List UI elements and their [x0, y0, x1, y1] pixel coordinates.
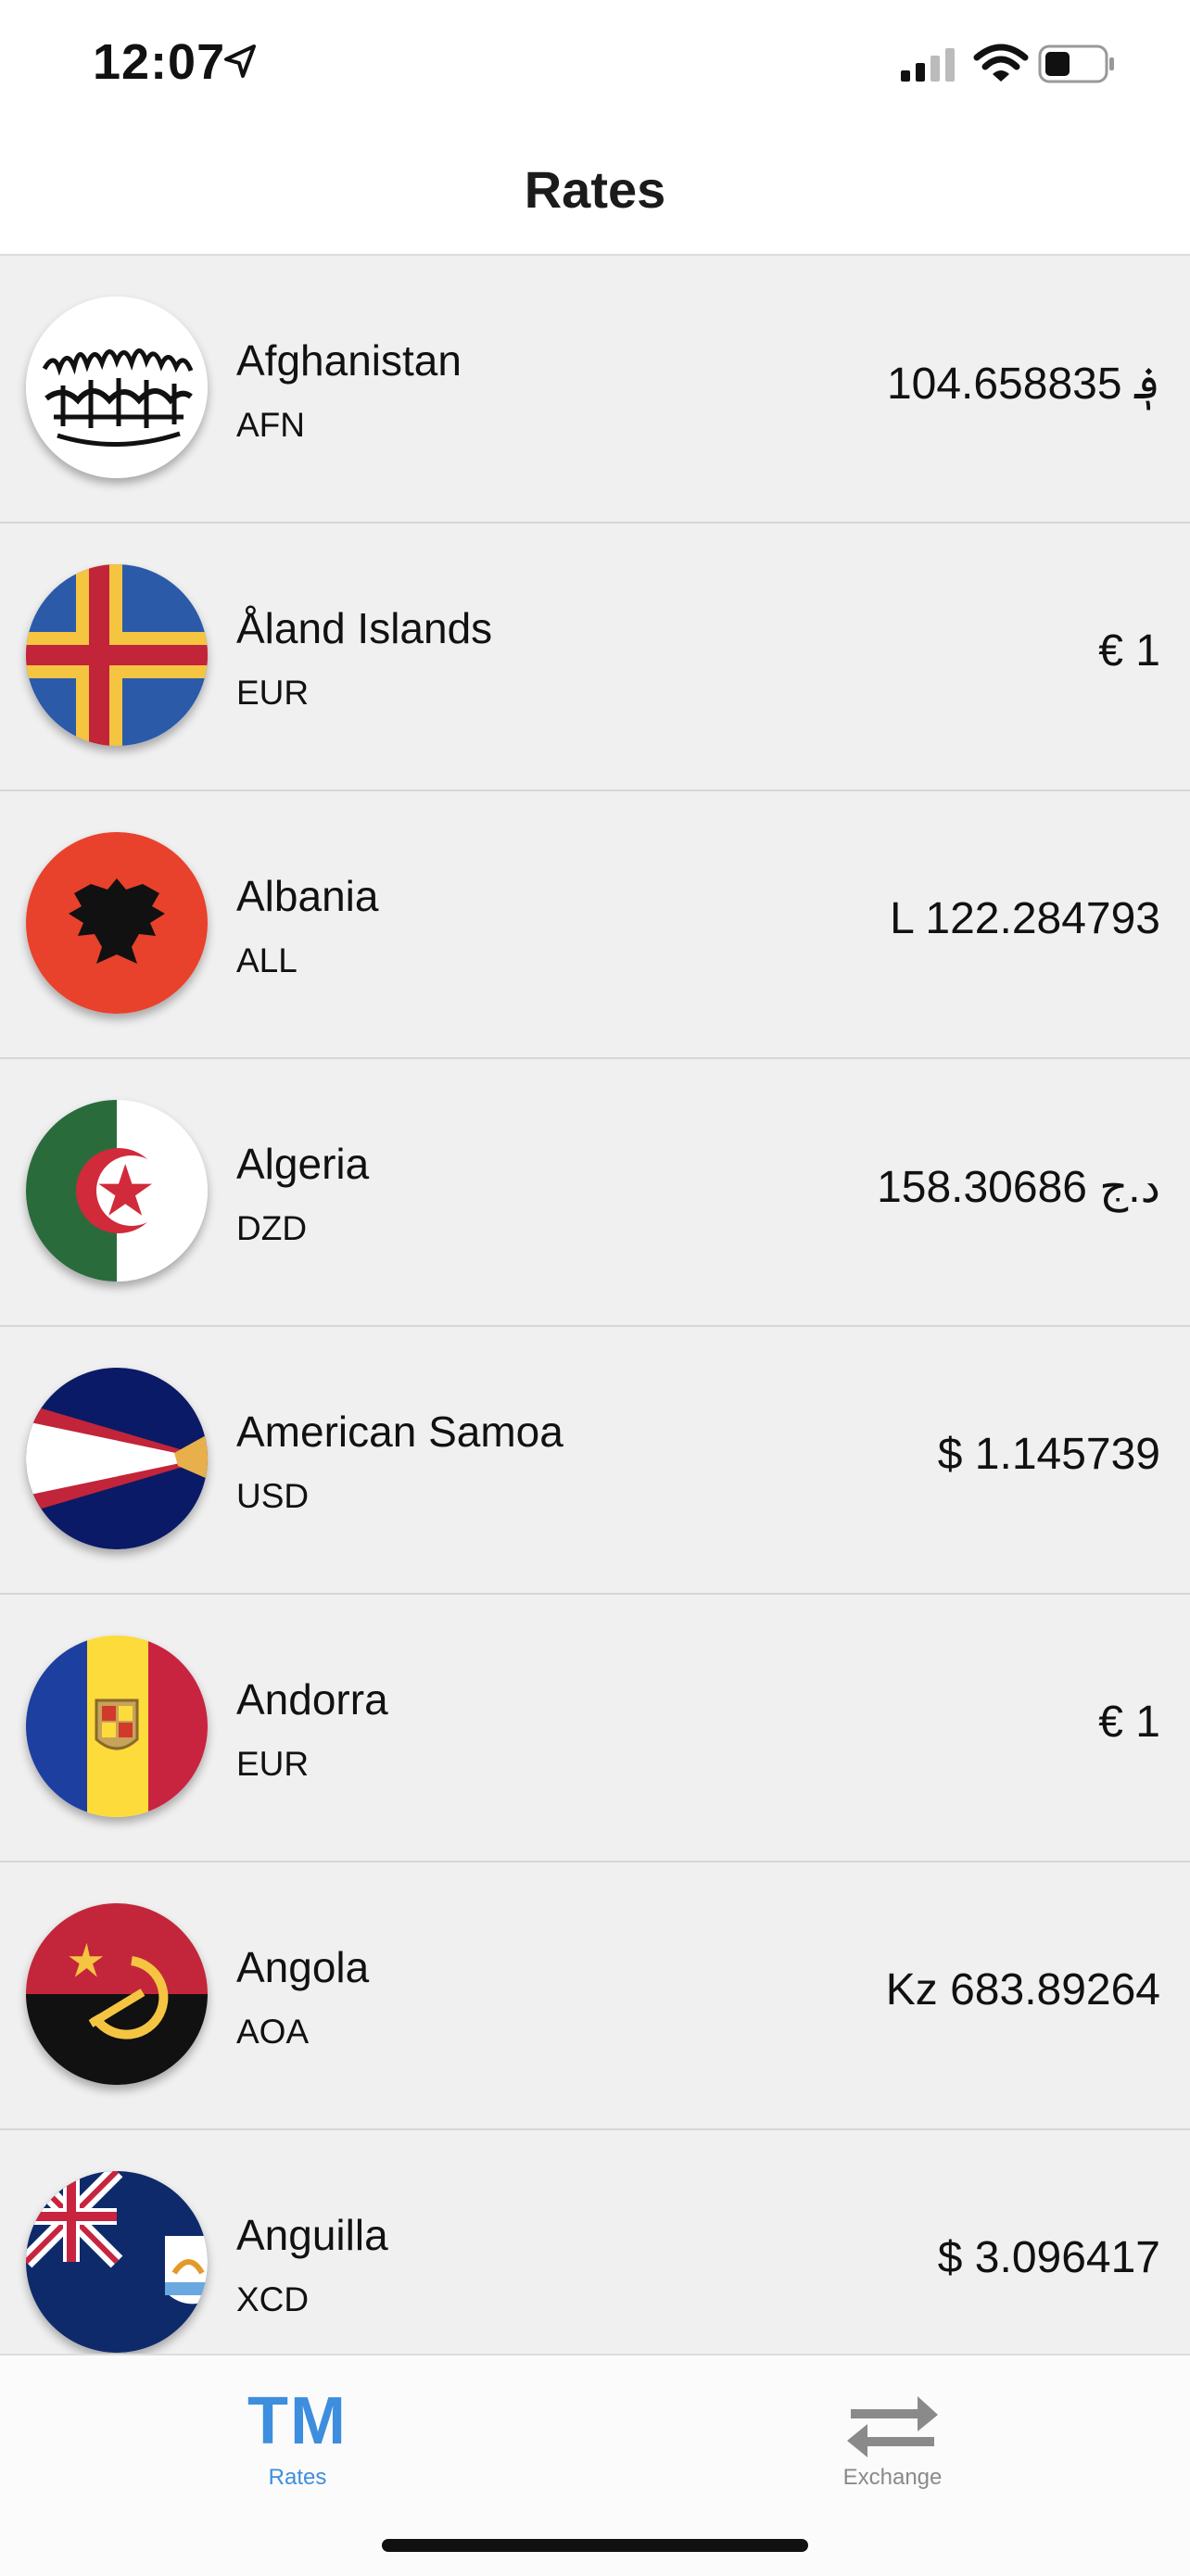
- home-indicator[interactable]: [382, 2539, 808, 2552]
- list-item-andorra[interactable]: Andorra EUR € 1: [0, 1595, 1190, 1863]
- rates-list[interactable]: Afghanistan AFN 104.658835 ؋ Åland Islan…: [0, 256, 1190, 2354]
- location-arrow-icon: [224, 44, 256, 78]
- tab-label: Rates: [268, 2465, 327, 2490]
- tab-rates[interactable]: TM Rates: [0, 2355, 595, 2504]
- angola-flag-icon: [26, 1903, 208, 2085]
- list-item-albania[interactable]: Albania ALL L 122.284793: [0, 791, 1190, 1059]
- tab-label: Exchange: [842, 2465, 943, 2490]
- currency-code: ALL: [236, 941, 298, 979]
- wifi-icon: [973, 44, 1029, 82]
- exchange-rate: L 122.284793: [890, 894, 1160, 943]
- exchange-rate: € 1: [1098, 1698, 1160, 1747]
- currency-code: AFN: [236, 406, 305, 444]
- list-item-american-samoa[interactable]: American Samoa USD $ 1.145739: [0, 1327, 1190, 1595]
- battery-icon: [1038, 44, 1114, 83]
- country-name: Anguilla: [236, 2211, 388, 2259]
- country-name: American Samoa: [236, 1408, 563, 1456]
- status-bar: 12:07: [0, 0, 1190, 130]
- list-item-anguilla[interactable]: Anguilla XCD $ 3.096417: [0, 2130, 1190, 2354]
- andorra-flag-icon: [26, 1635, 208, 1817]
- american-samoa-flag-icon: [26, 1368, 208, 1549]
- list-item-algeria[interactable]: Algeria DZD 158.30686 د.ج: [0, 1059, 1190, 1327]
- cellular-signal-icon: [901, 48, 955, 82]
- list-item-afghanistan[interactable]: Afghanistan AFN 104.658835 ؋: [0, 256, 1190, 524]
- country-name: Angola: [236, 1943, 370, 1991]
- country-name: Åland Islands: [236, 604, 493, 652]
- exchange-rate: 104.658835 ؋: [886, 360, 1160, 409]
- aland-islands-flag-icon: [26, 564, 208, 746]
- country-name: Andorra: [236, 1675, 388, 1724]
- list-item-aland-islands[interactable]: Åland Islands EUR € 1: [0, 524, 1190, 791]
- exchange-rate: 158.30686 د.ج: [877, 1163, 1160, 1212]
- currency-code: AOA: [236, 2013, 310, 2051]
- country-name: Albania: [236, 872, 379, 920]
- currency-code: EUR: [236, 674, 310, 712]
- exchange-arrows-icon: [847, 2396, 938, 2457]
- afghanistan-flag-icon: [26, 297, 208, 478]
- navigation-bar: Rates: [0, 130, 1190, 256]
- exchange-rate: € 1: [1098, 626, 1160, 676]
- exchange-rate: $ 3.096417: [937, 2233, 1160, 2282]
- currency-code: DZD: [236, 1209, 308, 1247]
- currency-code: EUR: [236, 1745, 310, 1783]
- country-name: Algeria: [236, 1140, 370, 1188]
- tm-icon: TM: [247, 2384, 348, 2458]
- currency-code: USD: [236, 1477, 310, 1515]
- status-time: 12:07: [93, 34, 226, 90]
- page-title: Rates: [524, 160, 666, 219]
- algeria-flag-icon: [26, 1100, 208, 1282]
- country-name: Afghanistan: [236, 336, 462, 385]
- list-item-angola[interactable]: Angola AOA Kz 683.89264: [0, 1863, 1190, 2130]
- exchange-rate: Kz 683.89264: [885, 1965, 1160, 2014]
- albania-flag-icon: [26, 832, 208, 1014]
- anguilla-flag-icon: [26, 2171, 208, 2353]
- tab-exchange[interactable]: Exchange: [595, 2355, 1190, 2504]
- exchange-rate: $ 1.145739: [937, 1430, 1160, 1479]
- currency-code: XCD: [236, 2280, 310, 2318]
